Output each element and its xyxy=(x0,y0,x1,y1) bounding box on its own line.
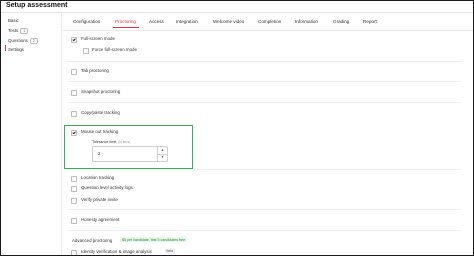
tab-information[interactable]: Information xyxy=(295,19,318,24)
force-full-screen-label: Force full-screen mode xyxy=(92,47,137,52)
sidebar-item-label: Tests xyxy=(8,28,19,33)
advanced-proctoring-title: Advanced proctoring xyxy=(72,238,113,243)
identity-label: Identity verification & image analysis xyxy=(81,249,152,254)
tab-proctoring-checkbox[interactable] xyxy=(71,69,78,76)
sidebar-item-questions[interactable]: Questions 2 xyxy=(8,38,38,44)
location-tracking-checkbox[interactable] xyxy=(71,176,78,183)
full-screen-checkbox[interactable] xyxy=(71,37,78,44)
tab-configuration[interactable]: Configuration xyxy=(73,19,100,24)
sidebar-item-tests[interactable]: Tests 1 xyxy=(8,28,29,34)
row-divider xyxy=(67,169,462,170)
row-divider xyxy=(67,102,462,103)
price-badge: $5 per candidate, first 5 candidates fre… xyxy=(120,237,188,243)
sidebar-item-label: Settings xyxy=(8,47,24,52)
mouse-out-checkbox[interactable] xyxy=(71,130,78,137)
snapshot-proctoring-checkbox[interactable] xyxy=(71,90,78,97)
sidebar-item-settings[interactable]: Settings xyxy=(8,47,24,52)
question-logs-label: Question level activity logs xyxy=(81,185,133,190)
top-bar: Setup assessment xyxy=(1,1,473,13)
tolerance-value: 2 xyxy=(98,151,101,156)
sidebar-item-basic[interactable]: Basic xyxy=(8,18,19,23)
step-down-icon[interactable]: ▼ xyxy=(158,154,167,161)
tab-bar: Configuration Proctoring Access Integrat… xyxy=(63,13,473,31)
tolerance-label: Tolerance limit (in secs) xyxy=(92,140,130,144)
question-logs-checkbox[interactable] xyxy=(71,186,78,193)
active-tab-underline xyxy=(113,27,139,28)
sidebar-item-label: Questions xyxy=(8,38,28,43)
private-invite-checkbox[interactable] xyxy=(71,198,78,205)
tolerance-stepper: ▲ ▼ xyxy=(157,147,167,161)
honesty-checkbox[interactable] xyxy=(71,218,78,225)
row-divider xyxy=(67,81,462,82)
tab-proctoring-label: Tab proctoring xyxy=(81,68,109,73)
row-divider xyxy=(67,230,462,231)
app-window: Setup assessment Basic Tests 1 Questions 2… xyxy=(0,0,474,256)
page-title: Setup assessment xyxy=(6,2,68,9)
sidebar-item-label: Basic xyxy=(8,18,19,23)
sidebar-active-indicator xyxy=(5,45,7,51)
sidebar: Basic Tests 1 Questions 2 Settings xyxy=(1,14,59,255)
tab-grading[interactable]: Grading xyxy=(333,19,349,24)
count-badge: 1 xyxy=(20,28,29,34)
tab-completion[interactable]: Completion xyxy=(258,19,281,24)
tab-integration[interactable]: Integration xyxy=(176,19,198,24)
beta-badge: Beta xyxy=(165,249,175,254)
tab-welcome-video[interactable]: Welcome video xyxy=(213,19,244,24)
full-screen-label: Full-screen mode xyxy=(81,36,115,41)
tolerance-hint: (in secs) xyxy=(118,140,131,144)
row-divider xyxy=(67,209,462,210)
sidebar-divider xyxy=(61,13,62,255)
mouse-out-label: Mouse out tracking xyxy=(81,129,119,134)
tab-proctoring[interactable]: Proctoring xyxy=(115,19,136,24)
copy-paste-checkbox[interactable] xyxy=(71,111,78,118)
private-invite-label: Verify private invite xyxy=(81,197,118,202)
row-divider xyxy=(67,61,462,62)
honesty-label: Honesty agreement xyxy=(81,217,120,222)
tolerance-input[interactable]: 2 ▲ ▼ xyxy=(92,146,168,162)
count-badge: 2 xyxy=(29,38,38,44)
tolerance-label-text: Tolerance limit xyxy=(92,140,117,144)
copy-paste-label: Copy/paste tracking xyxy=(81,110,120,115)
snapshot-proctoring-label: Snapshot proctoring xyxy=(81,89,121,94)
identity-checkbox[interactable] xyxy=(71,250,78,255)
tab-access[interactable]: Access xyxy=(149,19,164,24)
force-full-screen-checkbox[interactable] xyxy=(83,48,90,55)
tab-report[interactable]: Report xyxy=(363,19,377,24)
location-tracking-label: Location tracking xyxy=(81,175,115,180)
